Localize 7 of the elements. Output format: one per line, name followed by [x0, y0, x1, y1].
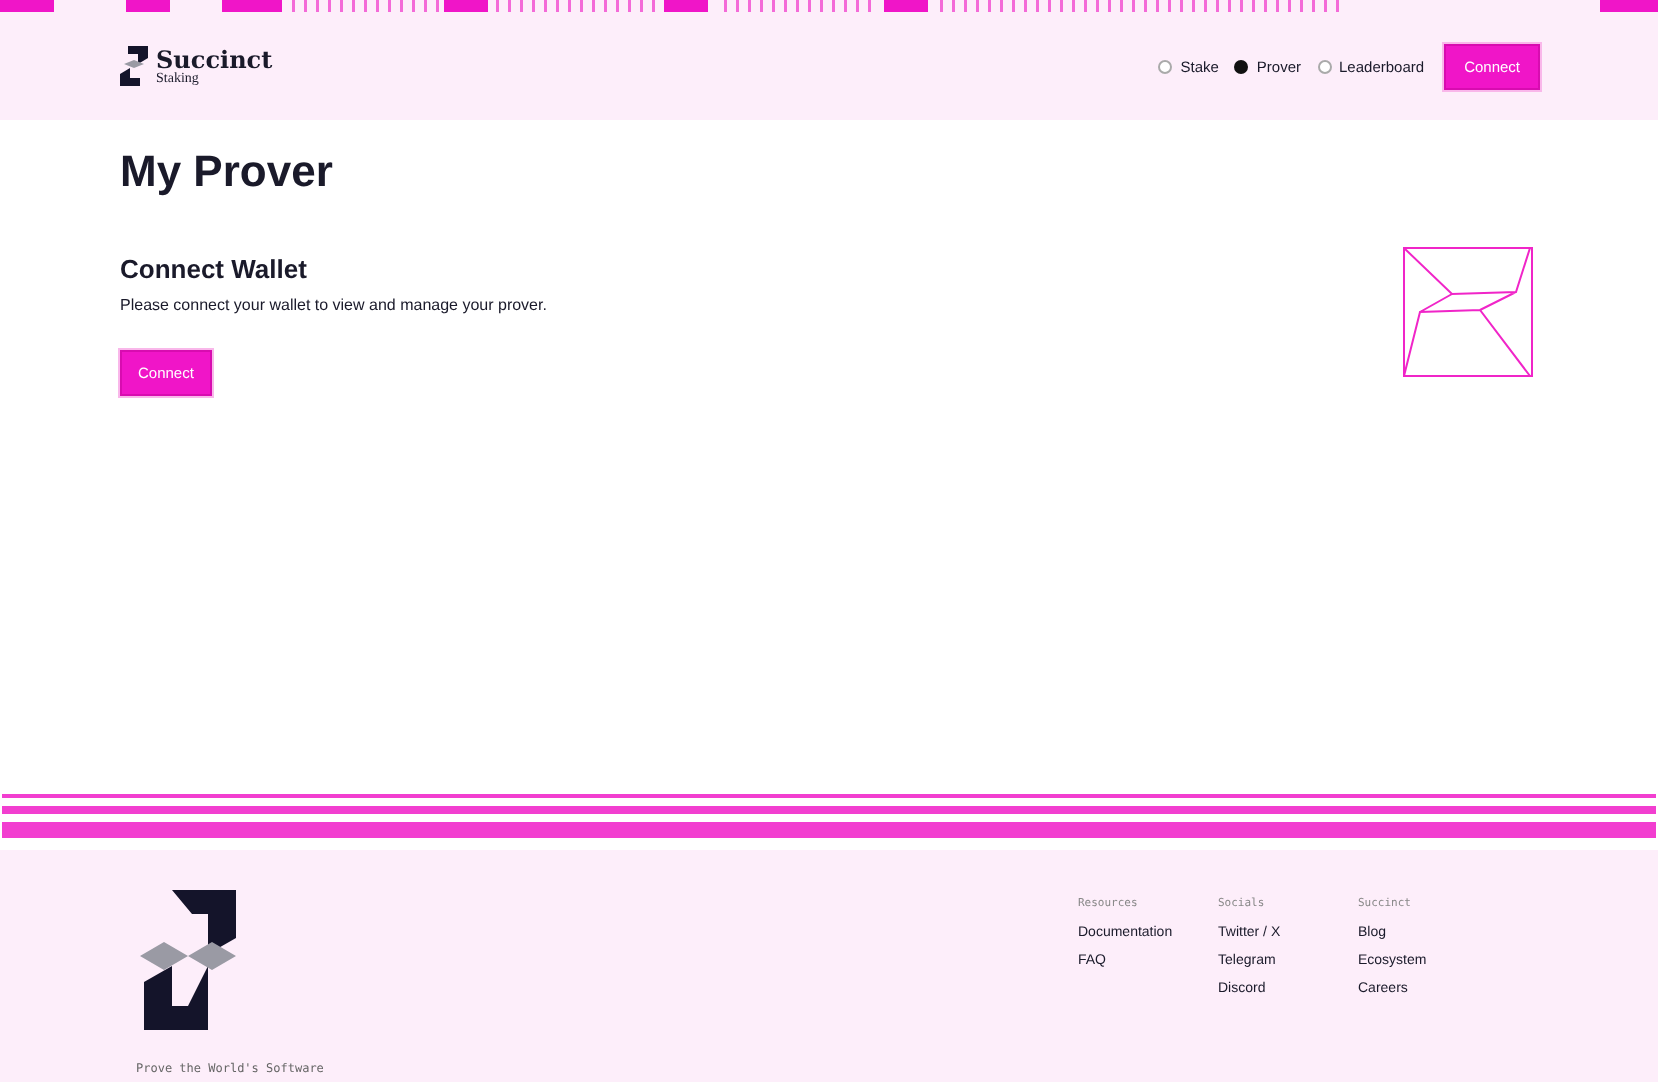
wireframe-box-drawing [1402, 246, 1534, 378]
brand-name: Succinct [156, 47, 273, 71]
card-title: Connect Wallet [120, 254, 309, 284]
page-title: My Prover [120, 146, 335, 198]
logo-icon [120, 46, 148, 86]
logo-icon [140, 890, 240, 1030]
card-message: Please connect your wallet to view and manage your prover. [120, 296, 547, 314]
